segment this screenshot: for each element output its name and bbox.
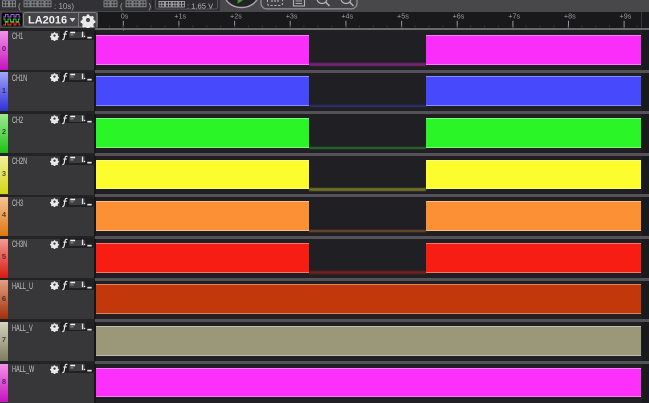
svg-text:+7s: +7s	[508, 12, 520, 20]
svg-text:(: (	[18, 2, 21, 11]
svg-text:(: (	[120, 2, 123, 11]
svg-text:LA2016: LA2016	[28, 14, 67, 26]
svg-text:+2s: +2s	[230, 12, 242, 20]
svg-text:+3s: +3s	[286, 12, 298, 20]
svg-text:): )	[149, 2, 152, 11]
svg-text:+6s: +6s	[453, 12, 465, 20]
svg-text:+4s: +4s	[341, 12, 353, 20]
svg-text:: 1.65 V: : 1.65 V	[187, 2, 214, 11]
svg-text:: 10s): : 10s)	[54, 2, 74, 11]
svg-text:+1s: +1s	[174, 12, 186, 20]
svg-text:+5s: +5s	[397, 12, 409, 20]
svg-text:0s: 0s	[121, 12, 129, 20]
svg-text:+8s: +8s	[564, 12, 576, 20]
svg-text:+9s: +9s	[620, 12, 632, 20]
